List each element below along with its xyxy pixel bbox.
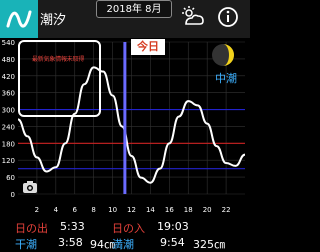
moon-phase-label: 中潮 <box>215 72 237 85</box>
x-tick-label: 6 <box>73 206 78 214</box>
low-tide-time: 3:58 <box>58 236 83 249</box>
info-icon[interactable] <box>215 4 241 30</box>
sunset-time: 19:03 <box>157 220 189 233</box>
y-tick-label: 480 <box>2 56 15 64</box>
x-tick-label: 4 <box>54 206 59 214</box>
y-tick-label: 60 <box>6 174 15 182</box>
x-tick-label: 16 <box>165 206 174 214</box>
sunrise-time: 5:33 <box>60 220 85 233</box>
y-axis-ticks: 540 480 420 360 300 240 180 120 60 0 <box>2 39 15 199</box>
weather-notice: 最新気象情報未取得 <box>32 56 85 63</box>
x-tick-label: 8 <box>91 206 95 214</box>
moon-phase-icon <box>212 44 234 66</box>
y-tick-label: 420 <box>2 73 15 81</box>
y-tick-label: 180 <box>2 140 15 148</box>
app-title: 潮汐 <box>40 13 67 28</box>
month-selector[interactable]: 2018年 8月 <box>96 0 172 18</box>
weather-icon[interactable] <box>180 4 206 30</box>
x-tick-label: 18 <box>184 206 193 214</box>
y-tick-label: 300 <box>2 107 15 115</box>
top-bar: 潮汐 2018年 8月 <box>0 0 250 38</box>
app-logo-icon[interactable] <box>0 0 38 38</box>
tide-info-panel: 日の出 5:33 日の入 19:03 干潮 3:58 94㎝ 満潮 9:54 3… <box>0 218 250 251</box>
high-tide-time: 9:54 <box>160 236 185 249</box>
x-tick-label: 22 <box>222 206 231 214</box>
sunset-label: 日の入 <box>112 222 145 235</box>
sunrise-label: 日の出 <box>15 222 48 235</box>
y-tick-label: 120 <box>2 157 15 165</box>
x-tick-label: 10 <box>108 206 117 214</box>
x-tick-label: 12 <box>127 206 136 214</box>
x-tick-label: 20 <box>203 206 212 214</box>
x-tick-label: 2 <box>35 206 39 214</box>
y-tick-label: 240 <box>2 123 15 131</box>
camera-icon[interactable] <box>22 180 38 194</box>
x-tick-label: 14 <box>146 206 155 214</box>
weather-panel[interactable] <box>18 40 101 117</box>
y-tick-label: 0 <box>11 191 15 199</box>
x-axis-ticks: 2 4 6 8 10 12 14 16 18 20 22 <box>35 206 231 214</box>
y-tick-label: 540 <box>2 39 15 47</box>
y-tick-label: 360 <box>2 90 15 98</box>
today-button[interactable]: 今日 <box>131 39 165 55</box>
